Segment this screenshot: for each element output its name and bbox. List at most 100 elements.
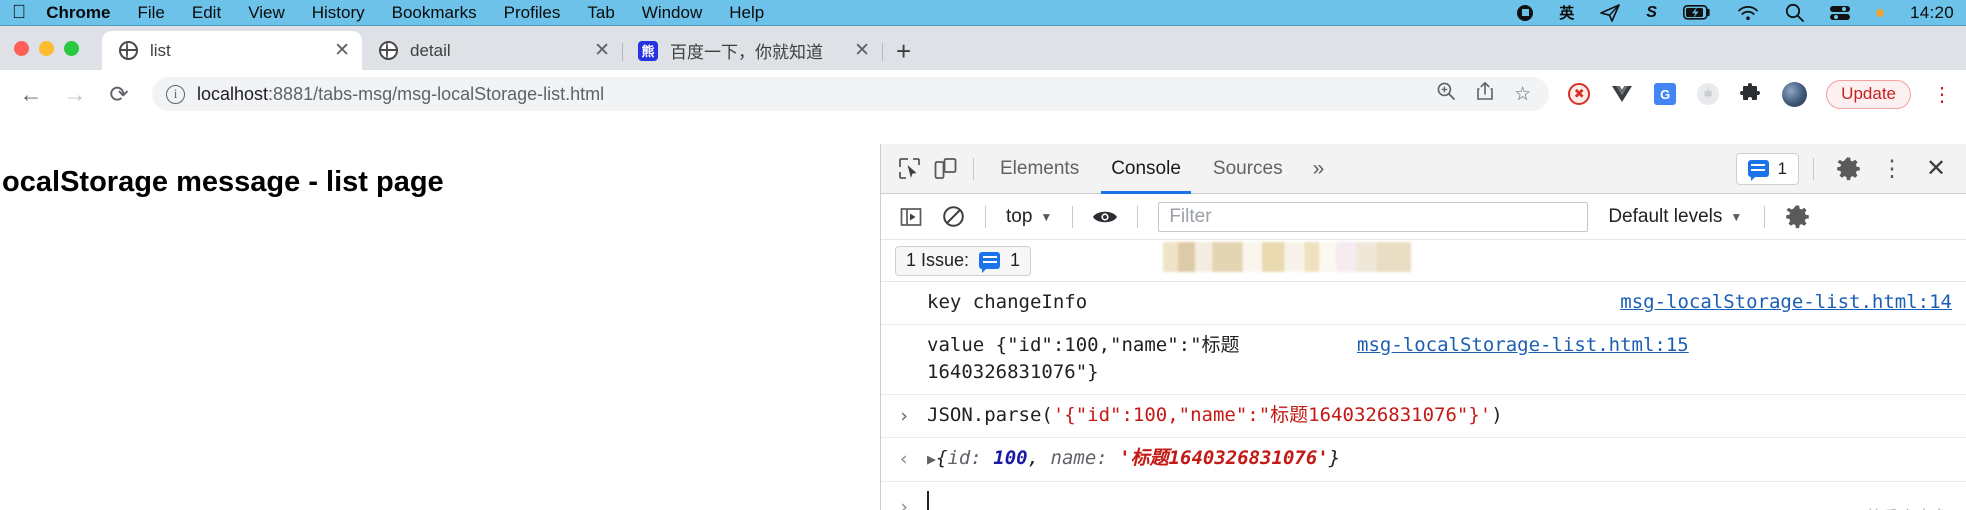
chrome-menu-icon[interactable]: ⋮ xyxy=(1932,82,1952,107)
site-info-icon[interactable]: i xyxy=(166,84,185,104)
orange-dot-icon xyxy=(1875,8,1884,17)
menu-bar-clock[interactable]: 14:20 xyxy=(1910,3,1954,23)
source-link[interactable]: msg-localStorage-list.html:14 xyxy=(1620,289,1952,317)
tab-divider xyxy=(882,43,883,61)
menu-item-window[interactable]: Window xyxy=(642,3,702,23)
share-icon[interactable] xyxy=(1476,81,1494,107)
menu-item-bookmarks[interactable]: Bookmarks xyxy=(392,3,477,23)
page-viewport: localStorage message - list page xyxy=(0,144,880,510)
vue-devtools-icon[interactable] xyxy=(1610,82,1634,106)
result-value-id: 100 xyxy=(993,447,1028,470)
clear-console-icon[interactable] xyxy=(933,200,973,234)
maximize-window-button[interactable] xyxy=(64,41,79,56)
input-method-icon[interactable]: 英 xyxy=(1559,2,1574,23)
issues-bar-count: 1 xyxy=(1010,250,1021,270)
menu-item-view[interactable]: View xyxy=(248,3,285,23)
new-tab-button[interactable]: + xyxy=(896,38,911,64)
issues-summary-button[interactable]: 1 Issue: 1 xyxy=(895,245,1032,276)
tab-sources[interactable]: Sources xyxy=(1197,144,1299,194)
issues-bar: 1 Issue: 1 xyxy=(881,240,1966,282)
globe-icon xyxy=(118,41,138,61)
message-icon xyxy=(1747,160,1769,181)
zoom-icon[interactable] xyxy=(1436,81,1456,107)
tab-list-page[interactable]: list ✕ xyxy=(102,31,362,70)
spotlight-search-icon[interactable] xyxy=(1785,3,1804,22)
menu-item-help[interactable]: Help xyxy=(729,3,764,23)
log-levels-select[interactable]: Default levels ▼ xyxy=(1598,206,1752,228)
avatar[interactable] xyxy=(1782,81,1808,107)
tab-elements[interactable]: Elements xyxy=(984,144,1095,194)
screen-record-icon[interactable] xyxy=(1517,4,1534,21)
tab-title: 百度一下，你就知道 xyxy=(670,43,823,62)
macos-menu-bar:  Chrome File Edit View History Bookmark… xyxy=(0,0,1966,26)
browser-toolbar: ← → ⟳ i localhost:8881/tabs-msg/msg-loca… xyxy=(0,70,1966,118)
console-result-row[interactable]: ‹ ▶{id: 100, name: '标题1640326831076'} xyxy=(881,438,1966,482)
source-link[interactable]: msg-localStorage-list.html:15 xyxy=(1357,332,1689,360)
device-toolbar-icon[interactable] xyxy=(927,153,963,185)
menu-item-profiles[interactable]: Profiles xyxy=(504,3,561,23)
update-button[interactable]: Update xyxy=(1826,79,1911,109)
apple-icon[interactable]:  xyxy=(12,3,26,22)
close-window-button[interactable] xyxy=(14,41,29,56)
back-button[interactable]: ← xyxy=(14,77,48,111)
execution-context-value: top xyxy=(1006,205,1033,227)
expression-suffix: ) xyxy=(1491,403,1503,426)
close-devtools-icon[interactable]: ✕ xyxy=(1916,152,1956,186)
settings-gear-icon[interactable] xyxy=(1828,152,1868,186)
result-open-brace: { xyxy=(936,447,948,470)
expression-string: '{"id":100,"name":"标题1640326831076"}' xyxy=(1052,403,1492,426)
issues-badge-button[interactable]: 1 xyxy=(1735,152,1799,185)
bookmark-star-icon[interactable]: ☆ xyxy=(1514,83,1531,106)
console-sidebar-icon[interactable] xyxy=(891,200,931,234)
divider xyxy=(973,157,974,180)
reload-button[interactable]: ⟳ xyxy=(102,77,136,111)
console-log-row[interactable]: key changeInfo msg-localStorage-list.htm… xyxy=(881,282,1966,325)
url-host: localhost xyxy=(197,83,269,104)
console-log-row[interactable]: value {"id":100,"name":"标题1640326831076"… xyxy=(881,325,1966,395)
telegram-icon[interactable] xyxy=(1600,3,1621,22)
tab-detail-page[interactable]: detail ✕ xyxy=(362,31,623,70)
menu-item-tab[interactable]: Tab xyxy=(587,3,614,23)
console-input-expression: JSON.parse('{"id":100,"name":"标题16403268… xyxy=(927,402,1952,430)
omnibox-actions: ☆ xyxy=(1436,81,1535,107)
console-messages: key changeInfo msg-localStorage-list.htm… xyxy=(881,282,1966,510)
battery-charging-icon[interactable] xyxy=(1682,5,1711,20)
live-expression-eye-icon[interactable] xyxy=(1085,200,1125,234)
google-translate-icon[interactable]: G xyxy=(1653,82,1677,106)
tab-title: detail xyxy=(410,40,451,60)
result-close-brace: } xyxy=(1328,447,1341,470)
disclosure-triangle-icon[interactable]: ▶ xyxy=(927,450,936,468)
extensions-puzzle-icon[interactable] xyxy=(1739,82,1763,106)
close-icon[interactable]: ✕ xyxy=(334,41,350,60)
menu-item-edit[interactable]: Edit xyxy=(192,3,221,23)
devtools-menu-icon[interactable]: ⋮ xyxy=(1872,152,1912,186)
close-icon[interactable]: ✕ xyxy=(854,41,870,60)
react-devtools-icon[interactable]: ⚛ xyxy=(1696,82,1720,106)
forward-button[interactable]: → xyxy=(58,77,92,111)
control-center-icon[interactable] xyxy=(1829,5,1850,21)
expression-prefix: JSON.parse( xyxy=(927,403,1053,426)
console-result-object: ▶{id: 100, name: '标题1640326831076'} xyxy=(927,445,1952,473)
menu-item-history[interactable]: History xyxy=(312,3,365,23)
menu-item-chrome[interactable]: Chrome xyxy=(46,3,110,23)
tab-title: list xyxy=(150,40,171,60)
devtools-panel: Elements Console Sources » 1 ⋮ ✕ top ▼ F… xyxy=(880,144,1966,510)
console-settings-gear-icon[interactable] xyxy=(1777,200,1817,234)
execution-context-select[interactable]: top ▼ xyxy=(998,206,1060,228)
divider xyxy=(985,205,986,228)
devtools-header: Elements Console Sources » 1 ⋮ ✕ xyxy=(881,144,1966,194)
adblock-extension-icon[interactable]: ✖ xyxy=(1567,82,1591,106)
tab-console[interactable]: Console xyxy=(1095,144,1197,194)
inspect-element-icon[interactable] xyxy=(891,153,927,185)
more-tabs-icon[interactable]: » xyxy=(1299,157,1339,181)
wifi-icon[interactable] xyxy=(1737,5,1759,21)
tab-baidu[interactable]: 熊 百度一下，你就知道 ✕ xyxy=(622,31,883,70)
console-filter-input[interactable]: Filter xyxy=(1158,201,1589,232)
address-bar[interactable]: i localhost:8881/tabs-msg/msg-localStora… xyxy=(152,77,1550,111)
close-icon[interactable]: ✕ xyxy=(594,41,610,60)
console-input-row[interactable]: › JSON.parse('{"id":100,"name":"标题164032… xyxy=(881,395,1966,439)
sogou-icon[interactable]: S xyxy=(1646,4,1657,22)
menu-item-file[interactable]: File xyxy=(137,3,164,23)
watermark: CSDN @姜香小白鱼 xyxy=(1795,503,1950,510)
minimize-window-button[interactable] xyxy=(39,41,54,56)
